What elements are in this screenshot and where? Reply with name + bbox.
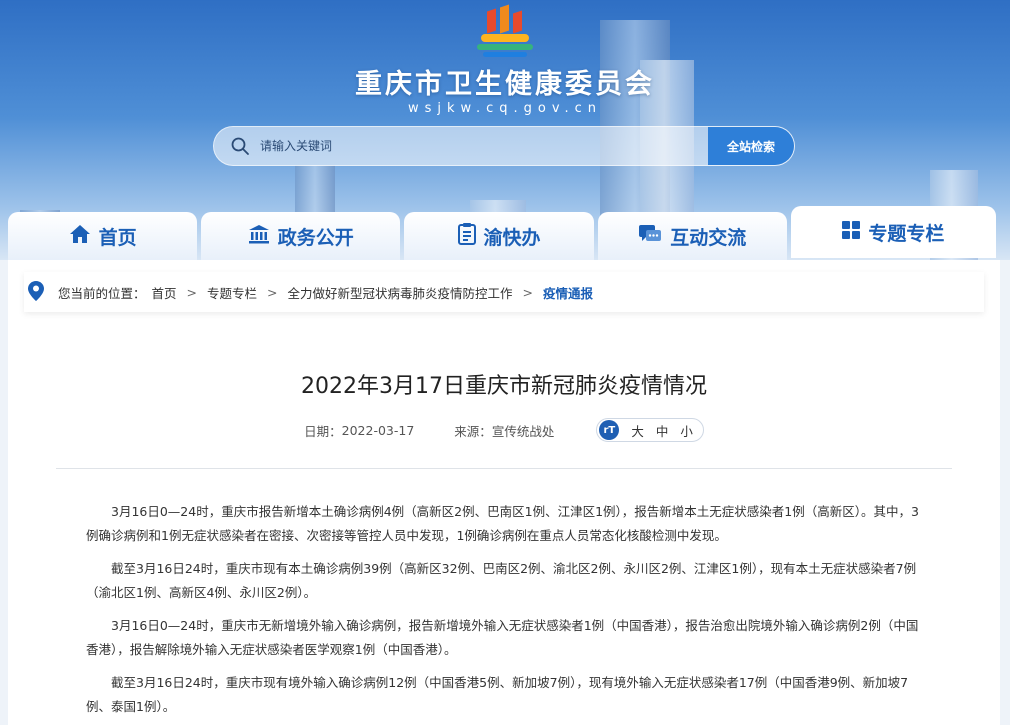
- article-paragraph: 截至3月16日24时，重庆市现有本土确诊病例39例（高新区32例、巴南区2例、渝…: [86, 561, 917, 600]
- breadcrumb: 您当前的位置： 首页 > 专题专栏 > 全力做好新型冠状病毒肺炎疫情防控工作 >…: [24, 272, 984, 312]
- breadcrumb-prefix: 您当前的位置：: [58, 285, 146, 301]
- chat-icon: [638, 224, 662, 249]
- breadcrumb-link-special[interactable]: 专题专栏: [207, 283, 257, 302]
- home-icon: [69, 224, 91, 249]
- service-icon: [457, 222, 476, 250]
- government-icon: [248, 224, 270, 249]
- font-size-medium[interactable]: 中: [656, 421, 669, 440]
- location-pin-icon: [28, 280, 44, 304]
- nav-label: 渝快办: [483, 226, 541, 249]
- divider: [56, 468, 952, 469]
- article-body: 3月16日0—24时，重庆市报告新增本土确诊病例4例（高新区2例、巴南区1例、江…: [86, 500, 922, 725]
- font-size-switcher: rT 大 中 小: [596, 418, 704, 442]
- article-meta: 日期： 2022-03-17 来源： 宣传统战处 rT 大 中 小: [8, 418, 1000, 442]
- nav-item-special[interactable]: 专题专栏: [790, 206, 996, 258]
- nav-item-service[interactable]: 渝快办: [404, 212, 594, 260]
- search-bar: 全站检索: [213, 126, 795, 166]
- article-title: 2022年3月17日重庆市新冠肺炎疫情情况: [301, 374, 707, 399]
- source-label: 来源：: [454, 423, 492, 439]
- nav-label: 政务公开: [277, 226, 354, 249]
- main-nav: 首页 政务公开 渝快办 互动交流 专题专栏: [8, 206, 1000, 260]
- grid-icon: [842, 220, 861, 244]
- search-icon: [220, 136, 260, 156]
- nav-label: 首页: [98, 226, 137, 249]
- site-title[interactable]: 重庆市卫生健康委员会: [0, 62, 1010, 101]
- search-button[interactable]: 全站检索: [708, 127, 794, 165]
- article-date: 2022-03-17: [341, 422, 415, 438]
- breadcrumb-separator: >: [522, 284, 534, 300]
- breadcrumb-link-covid[interactable]: 全力做好新型冠状病毒肺炎疫情防控工作: [288, 283, 513, 302]
- article-paragraph: 3月16日0—24时，重庆市报告新增本土确诊病例4例（高新区2例、巴南区1例、江…: [86, 504, 919, 543]
- nav-item-interaction[interactable]: 互动交流: [597, 212, 787, 260]
- nav-label: 互动交流: [670, 226, 747, 249]
- font-size-large[interactable]: 大: [631, 421, 644, 440]
- article-paragraph: 截至3月16日24时，重庆市现有境外输入确诊病例12例（中国香港5例、新加坡7例…: [86, 675, 909, 714]
- nav-label: 专题专栏: [868, 222, 945, 245]
- breadcrumb-link-home[interactable]: 首页: [152, 283, 177, 302]
- search-input[interactable]: [260, 139, 708, 153]
- date-label: 日期：: [304, 423, 342, 439]
- breadcrumb-current[interactable]: 疫情通报: [543, 283, 593, 302]
- nav-item-government[interactable]: 政务公开: [201, 212, 401, 260]
- font-size-icon: rT: [599, 420, 620, 440]
- site-logo[interactable]: [473, 4, 537, 60]
- article-source: 宣传统战处: [491, 423, 555, 439]
- article-paragraph: 3月16日0—24时，重庆市无新增境外输入确诊病例，报告新增境外输入无症状感染者…: [86, 618, 919, 657]
- nav-item-home[interactable]: 首页: [8, 212, 198, 260]
- font-size-small[interactable]: 小: [680, 421, 693, 440]
- content-panel: 您当前的位置： 首页 > 专题专栏 > 全力做好新型冠状病毒肺炎疫情防控工作 >…: [8, 260, 1000, 725]
- breadcrumb-separator: >: [186, 284, 198, 300]
- site-header: 重庆市卫生健康委员会 wsjkw.cq.gov.cn: [0, 4, 1010, 116]
- breadcrumb-separator: >: [267, 284, 278, 300]
- site-domain: wsjkw.cq.gov.cn: [407, 101, 603, 116]
